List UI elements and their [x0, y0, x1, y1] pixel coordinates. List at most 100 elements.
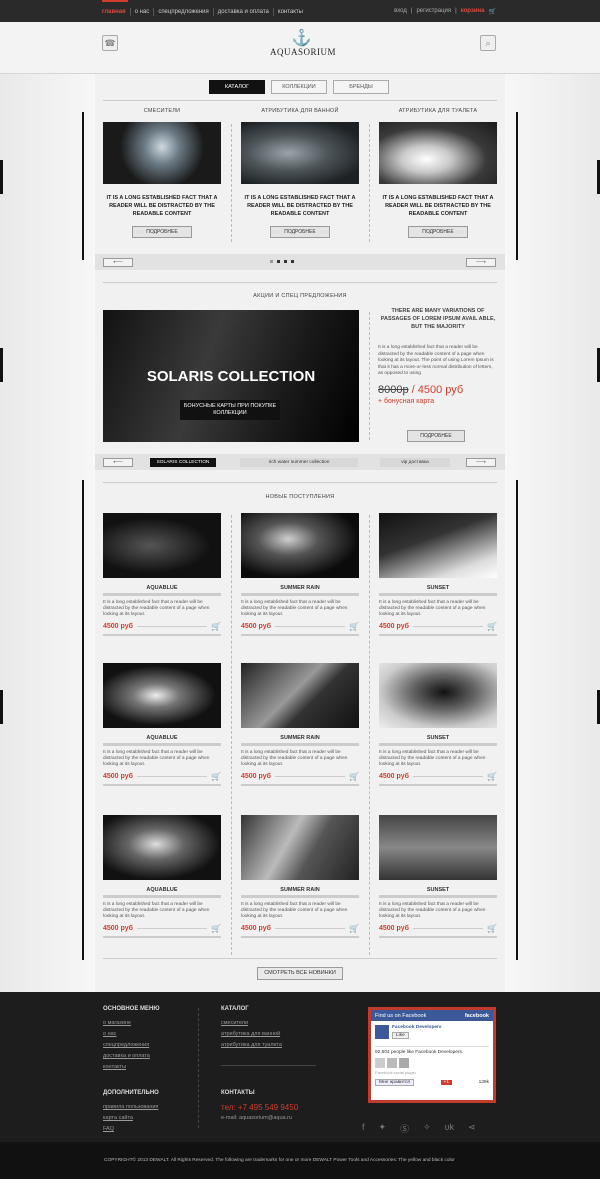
promo-heading: THERE ARE MANY VARIATIONS OF PASSAGES OF…	[380, 308, 496, 330]
product-name[interactable]: SUNSET	[379, 887, 497, 893]
phone-icon[interactable]: ☎	[102, 35, 118, 51]
cart-icon[interactable]: 🛒	[211, 622, 221, 631]
carousel-dot[interactable]	[284, 260, 287, 263]
footer-link[interactable]: о нас	[103, 1029, 160, 1040]
cart-icon[interactable]: 🛒	[211, 772, 221, 781]
footer-link[interactable]: FAQ	[103, 1124, 159, 1135]
product-name[interactable]: SUNSET	[379, 585, 497, 591]
product-name[interactable]: SUMMER RAIN	[241, 585, 359, 591]
contact-email[interactable]: e-mail: aquasorium@aqua.ru	[221, 1113, 298, 1124]
product-image[interactable]	[379, 513, 497, 578]
footer-link[interactable]: правила пользования	[103, 1102, 159, 1113]
left-backdrop	[0, 74, 95, 992]
cart-icon[interactable]: 🛒	[487, 772, 497, 781]
more-button[interactable]: ПОДРОБНЕЕ	[270, 226, 330, 238]
more-button[interactable]: ПОДРОБНЕЕ	[132, 226, 192, 238]
footer-link[interactable]: о магазине	[103, 1018, 160, 1029]
search-icon[interactable]: ⌕	[480, 35, 496, 51]
cart-icon[interactable]: 🛒	[349, 772, 359, 781]
cart-icon[interactable]: 🛒	[349, 924, 359, 933]
footer-link[interactable]: смесители	[221, 1018, 282, 1029]
promo-more-button[interactable]: ПОДРОБНЕЕ	[407, 430, 465, 442]
carousel-dot[interactable]	[277, 260, 280, 263]
nav-delivery[interactable]: доставка и оплата	[212, 8, 273, 16]
copyright-text: COPYRIGHT© 2013 DEWALT. All Rights Reser…	[104, 1158, 455, 1163]
prev-arrow-icon[interactable]: ⟵	[103, 458, 133, 467]
tab-catalog[interactable]: КАТАЛОГ	[209, 80, 265, 94]
carousel-dot[interactable]	[291, 260, 294, 263]
category-desc: IT IS A LONG ESTABLISHED FACT THAT A REA…	[106, 195, 218, 217]
divider	[379, 634, 497, 636]
product-image[interactable]	[379, 815, 497, 880]
product-image[interactable]	[103, 513, 221, 578]
divider	[103, 593, 221, 596]
twitter-icon[interactable]: ✦	[379, 1122, 387, 1135]
vk-icon[interactable]: ʋk	[445, 1122, 454, 1135]
cart-icon[interactable]: 🛒	[349, 622, 359, 631]
cart-icon[interactable]: 🛒	[487, 924, 497, 933]
nav-home[interactable]: главная	[102, 8, 130, 16]
facebook-find-us: Find us on Facebook	[375, 1013, 427, 1019]
login-link[interactable]: вход	[394, 8, 407, 15]
product-name[interactable]: SUMMER RAIN	[241, 887, 359, 893]
register-link[interactable]: регистрация	[416, 8, 451, 15]
facebook-plugin-label: Facebook social plugin	[375, 1070, 416, 1075]
product-image[interactable]	[241, 513, 359, 578]
facebook-icon[interactable]: f	[362, 1122, 365, 1135]
footer-link[interactable]: контакты	[103, 1062, 160, 1073]
tab-collections[interactable]: КОЛЛЕКЦИИ	[271, 80, 327, 94]
promo-tab[interactable]: vip доставка	[380, 458, 450, 467]
more-button[interactable]: ПОДРОБНЕЕ	[408, 226, 468, 238]
cart-link[interactable]: корзина	[461, 8, 485, 15]
skype-icon[interactable]: Ⓢ	[400, 1122, 409, 1135]
cart-icon[interactable]: 🛒	[489, 8, 496, 15]
product-name[interactable]: SUNSET	[379, 735, 497, 741]
vk-like-button[interactable]: Мне нравится	[375, 1079, 414, 1086]
product-image[interactable]	[103, 815, 221, 880]
footer-link[interactable]: атрибутика для туалета	[221, 1040, 282, 1051]
footer-link[interactable]: спецпредложения	[103, 1040, 160, 1051]
promo-banner[interactable]: SOLARIS COLLECTION БОНУСНЫЕ КАРТЫ ПРИ ПО…	[103, 310, 359, 442]
product-name[interactable]: AQUABLUE	[103, 887, 221, 893]
arrow-line	[274, 928, 346, 929]
category-image[interactable]	[241, 122, 359, 184]
cart-icon[interactable]: 🛒	[211, 924, 221, 933]
product-card: SUNSET It is a long established fact tha…	[379, 513, 497, 636]
product-image[interactable]	[241, 815, 359, 880]
footer-link[interactable]: доставка и оплата	[103, 1051, 160, 1062]
category-image[interactable]	[379, 122, 497, 184]
promo-tab[interactable]: SOLARIS COLLECTION	[150, 458, 216, 467]
product-desc: It is a long established fact that a rea…	[241, 750, 348, 767]
product-name[interactable]: AQUABLUE	[103, 585, 221, 591]
promo-tab[interactable]: rich water summer collection	[240, 458, 358, 467]
nav-about[interactable]: о нас	[129, 8, 154, 16]
cart-icon[interactable]: 🛒	[487, 622, 497, 631]
product-image[interactable]	[103, 663, 221, 728]
avatar	[399, 1058, 409, 1068]
facebook-count: 92,604 people like Facebook Developers.	[375, 1046, 489, 1055]
carousel-dot[interactable]	[270, 260, 273, 263]
product-image[interactable]	[379, 663, 497, 728]
product-image[interactable]	[241, 663, 359, 728]
product-desc: It is a long established fact that a rea…	[379, 600, 486, 617]
share-icon[interactable]: ⋖	[468, 1122, 476, 1135]
product-card: SUNSET It is a long established fact tha…	[379, 815, 497, 938]
prev-arrow-icon[interactable]: ⟵	[103, 258, 133, 267]
nav-contacts[interactable]: контакты	[272, 8, 307, 16]
bookmark-icon[interactable]: ✧	[423, 1122, 431, 1135]
tab-brands[interactable]: БРЕНДЫ	[333, 80, 389, 94]
category-image[interactable]	[103, 122, 221, 184]
arrow-line	[274, 626, 346, 627]
facebook-page-name[interactable]: Facebook Developers	[392, 1025, 442, 1030]
footer-link[interactable]: атрибутика для ванной	[221, 1029, 282, 1040]
logo[interactable]: ⚓ AQUASORIUM	[270, 31, 336, 58]
product-name[interactable]: SUMMER RAIN	[241, 735, 359, 741]
product-name[interactable]: AQUABLUE	[103, 735, 221, 741]
all-new-button[interactable]: СМОТРЕТЬ ВСЕ НОВИНКИ	[257, 967, 343, 980]
next-arrow-icon[interactable]: ⟶	[466, 258, 496, 267]
next-arrow-icon[interactable]: ⟶	[466, 458, 496, 467]
footer-link[interactable]: карта сайта	[103, 1113, 159, 1124]
facebook-like-button[interactable]: Like	[392, 1032, 409, 1039]
nav-specials[interactable]: спецпредложения	[153, 8, 212, 16]
plus-one-button[interactable]: +1	[440, 1080, 453, 1085]
